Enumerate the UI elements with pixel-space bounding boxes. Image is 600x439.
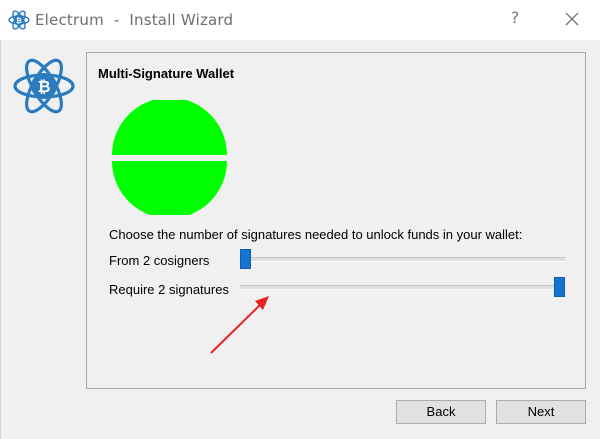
pie-top-half (112, 100, 227, 155)
cosigners-slider-groove (240, 257, 565, 262)
electrum-icon: ₿ (8, 10, 30, 30)
pie-bottom-half (112, 161, 227, 215)
signature-pie-chart (112, 100, 227, 215)
svg-text:₿: ₿ (16, 17, 22, 25)
multisig-panel: Multi-Signature Wallet Choose the number… (86, 52, 586, 389)
close-icon[interactable] (560, 6, 584, 32)
install-wizard-window: ₿ Electrum - Install Wizard ? ₿ Multi-Si… (0, 0, 600, 439)
signatures-slider-groove (240, 285, 565, 290)
back-button[interactable]: Back (396, 400, 486, 424)
cosigners-label: From 2 cosigners (109, 253, 210, 268)
cosigners-slider-handle[interactable] (240, 249, 251, 269)
title-bar: ₿ Electrum - Install Wizard ? (0, 0, 600, 40)
annotation-arrow-icon (210, 296, 269, 354)
panel-title: Multi-Signature Wallet (98, 66, 235, 81)
help-button[interactable]: ? (508, 8, 522, 30)
svg-text:₿: ₿ (37, 77, 50, 96)
signatures-slider-handle[interactable] (554, 277, 565, 297)
window-title: Electrum - Install Wizard (35, 11, 234, 29)
signatures-slider[interactable] (240, 277, 565, 297)
next-button[interactable]: Next (496, 400, 586, 424)
cosigners-slider[interactable] (240, 249, 565, 269)
signature-description: Choose the number of signatures needed t… (109, 227, 523, 242)
window-left-border (0, 40, 1, 439)
electrum-logo-icon: ₿ (13, 58, 75, 114)
